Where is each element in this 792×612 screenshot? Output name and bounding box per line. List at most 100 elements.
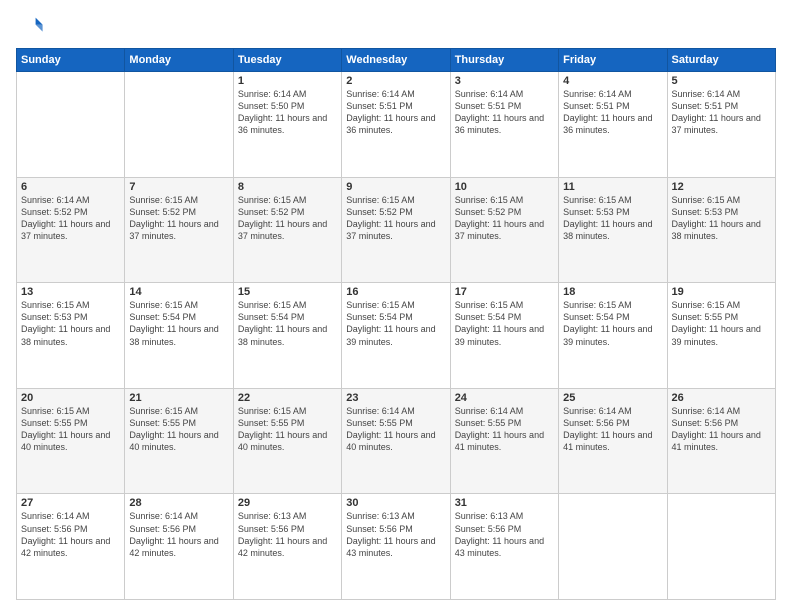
day-info: Sunrise: 6:14 AM Sunset: 5:55 PM Dayligh… (455, 405, 554, 454)
day-info: Sunrise: 6:14 AM Sunset: 5:51 PM Dayligh… (455, 88, 554, 137)
day-number: 26 (672, 392, 771, 404)
calendar-day-cell: 13Sunrise: 6:15 AM Sunset: 5:53 PM Dayli… (17, 283, 125, 389)
day-number: 5 (672, 75, 771, 87)
calendar-day-cell: 17Sunrise: 6:15 AM Sunset: 5:54 PM Dayli… (450, 283, 558, 389)
day-number: 28 (129, 497, 228, 509)
calendar-day-cell: 9Sunrise: 6:15 AM Sunset: 5:52 PM Daylig… (342, 177, 450, 283)
calendar-week-row: 1Sunrise: 6:14 AM Sunset: 5:50 PM Daylig… (17, 72, 776, 178)
day-info: Sunrise: 6:14 AM Sunset: 5:56 PM Dayligh… (563, 405, 662, 454)
day-number: 13 (21, 286, 120, 298)
calendar-day-cell: 27Sunrise: 6:14 AM Sunset: 5:56 PM Dayli… (17, 494, 125, 600)
day-info: Sunrise: 6:14 AM Sunset: 5:51 PM Dayligh… (563, 88, 662, 137)
day-info: Sunrise: 6:15 AM Sunset: 5:52 PM Dayligh… (346, 194, 445, 243)
calendar-day-cell: 23Sunrise: 6:14 AM Sunset: 5:55 PM Dayli… (342, 388, 450, 494)
calendar-day-cell: 14Sunrise: 6:15 AM Sunset: 5:54 PM Dayli… (125, 283, 233, 389)
day-info: Sunrise: 6:15 AM Sunset: 5:55 PM Dayligh… (672, 299, 771, 348)
day-number: 25 (563, 392, 662, 404)
calendar-week-row: 13Sunrise: 6:15 AM Sunset: 5:53 PM Dayli… (17, 283, 776, 389)
calendar-day-cell: 7Sunrise: 6:15 AM Sunset: 5:52 PM Daylig… (125, 177, 233, 283)
page: SundayMondayTuesdayWednesdayThursdayFrid… (0, 0, 792, 612)
calendar-day-header: Tuesday (233, 49, 341, 72)
day-number: 31 (455, 497, 554, 509)
calendar-day-header: Sunday (17, 49, 125, 72)
day-info: Sunrise: 6:15 AM Sunset: 5:52 PM Dayligh… (238, 194, 337, 243)
calendar-day-header: Monday (125, 49, 233, 72)
day-number: 4 (563, 75, 662, 87)
day-info: Sunrise: 6:15 AM Sunset: 5:52 PM Dayligh… (129, 194, 228, 243)
day-number: 21 (129, 392, 228, 404)
calendar-day-cell: 11Sunrise: 6:15 AM Sunset: 5:53 PM Dayli… (559, 177, 667, 283)
day-number: 8 (238, 181, 337, 193)
calendar-day-cell: 19Sunrise: 6:15 AM Sunset: 5:55 PM Dayli… (667, 283, 775, 389)
day-number: 9 (346, 181, 445, 193)
day-number: 6 (21, 181, 120, 193)
logo (16, 12, 48, 40)
day-info: Sunrise: 6:15 AM Sunset: 5:53 PM Dayligh… (21, 299, 120, 348)
day-info: Sunrise: 6:15 AM Sunset: 5:53 PM Dayligh… (563, 194, 662, 243)
day-info: Sunrise: 6:15 AM Sunset: 5:54 PM Dayligh… (346, 299, 445, 348)
day-info: Sunrise: 6:15 AM Sunset: 5:55 PM Dayligh… (238, 405, 337, 454)
calendar-day-cell: 31Sunrise: 6:13 AM Sunset: 5:56 PM Dayli… (450, 494, 558, 600)
calendar-day-cell: 8Sunrise: 6:15 AM Sunset: 5:52 PM Daylig… (233, 177, 341, 283)
day-info: Sunrise: 6:15 AM Sunset: 5:55 PM Dayligh… (129, 405, 228, 454)
day-number: 22 (238, 392, 337, 404)
calendar-table: SundayMondayTuesdayWednesdayThursdayFrid… (16, 48, 776, 600)
calendar-day-cell: 28Sunrise: 6:14 AM Sunset: 5:56 PM Dayli… (125, 494, 233, 600)
header (16, 12, 776, 40)
calendar-week-row: 20 Sunrise: 6:15 AM Sunset: 5:55 PM Dayli… (17, 388, 776, 494)
calendar-day-cell: 10Sunrise: 6:15 AM Sunset: 5:52 PM Dayli… (450, 177, 558, 283)
calendar-day-header: Saturday (667, 49, 775, 72)
logo-icon (16, 12, 44, 40)
calendar-day-cell: 3Sunrise: 6:14 AM Sunset: 5:51 PM Daylig… (450, 72, 558, 178)
day-number: 3 (455, 75, 554, 87)
day-info: Sunrise: 6:14 AM Sunset: 5:55 PM Dayligh… (346, 405, 445, 454)
calendar-day-cell (125, 72, 233, 178)
day-info: Sunrise: 6:14 AM Sunset: 5:52 PM Dayligh… (21, 194, 120, 243)
day-info: Sunrise: 6:15 AM Sunset: 5:54 PM Dayligh… (455, 299, 554, 348)
calendar-day-cell: 15Sunrise: 6:15 AM Sunset: 5:54 PM Dayli… (233, 283, 341, 389)
day-number: 24 (455, 392, 554, 404)
calendar-day-cell: 25Sunrise: 6:14 AM Sunset: 5:56 PM Dayli… (559, 388, 667, 494)
day-info: Sunrise: 6:14 AM Sunset: 5:51 PM Dayligh… (346, 88, 445, 137)
day-info: Sunrise: 6:13 AM Sunset: 5:56 PM Dayligh… (346, 510, 445, 559)
day-number: 23 (346, 392, 445, 404)
calendar-day-cell: 29Sunrise: 6:13 AM Sunset: 5:56 PM Dayli… (233, 494, 341, 600)
day-number: 14 (129, 286, 228, 298)
day-number: 2 (346, 75, 445, 87)
day-info: Sunrise: 6:13 AM Sunset: 5:56 PM Dayligh… (455, 510, 554, 559)
day-info: Sunrise: 6:14 AM Sunset: 5:56 PM Dayligh… (21, 510, 120, 559)
day-info: Sunrise: 6:14 AM Sunset: 5:56 PM Dayligh… (672, 405, 771, 454)
day-info: Sunrise: 6:15 AM Sunset: 5:54 PM Dayligh… (563, 299, 662, 348)
day-number: 19 (672, 286, 771, 298)
calendar-day-header: Thursday (450, 49, 558, 72)
day-info: Sunrise: 6:15 AM Sunset: 5:52 PM Dayligh… (455, 194, 554, 243)
day-number: 10 (455, 181, 554, 193)
calendar-day-cell: 16Sunrise: 6:15 AM Sunset: 5:54 PM Dayli… (342, 283, 450, 389)
calendar-day-cell: 26Sunrise: 6:14 AM Sunset: 5:56 PM Dayli… (667, 388, 775, 494)
calendar-day-cell (667, 494, 775, 600)
calendar-week-row: 6Sunrise: 6:14 AM Sunset: 5:52 PM Daylig… (17, 177, 776, 283)
day-number: 20 (21, 392, 120, 404)
calendar-day-cell: 21Sunrise: 6:15 AM Sunset: 5:55 PM Dayli… (125, 388, 233, 494)
day-number: 16 (346, 286, 445, 298)
calendar-week-row: 27Sunrise: 6:14 AM Sunset: 5:56 PM Dayli… (17, 494, 776, 600)
day-number: 17 (455, 286, 554, 298)
calendar-day-cell (17, 72, 125, 178)
calendar-day-cell: 1Sunrise: 6:14 AM Sunset: 5:50 PM Daylig… (233, 72, 341, 178)
day-info: Sunrise: 6:14 AM Sunset: 5:50 PM Dayligh… (238, 88, 337, 137)
day-number: 18 (563, 286, 662, 298)
calendar-day-cell: 22Sunrise: 6:15 AM Sunset: 5:55 PM Dayli… (233, 388, 341, 494)
calendar-day-cell: 2Sunrise: 6:14 AM Sunset: 5:51 PM Daylig… (342, 72, 450, 178)
calendar-day-cell: 20Sunrise: 6:15 AM Sunset: 5:55 PM Dayli… (17, 388, 125, 494)
day-number: 15 (238, 286, 337, 298)
calendar-day-cell: 5Sunrise: 6:14 AM Sunset: 5:51 PM Daylig… (667, 72, 775, 178)
calendar-header-row: SundayMondayTuesdayWednesdayThursdayFrid… (17, 49, 776, 72)
calendar-day-header: Wednesday (342, 49, 450, 72)
calendar-day-cell: 4Sunrise: 6:14 AM Sunset: 5:51 PM Daylig… (559, 72, 667, 178)
calendar-day-cell: 18Sunrise: 6:15 AM Sunset: 5:54 PM Dayli… (559, 283, 667, 389)
day-number: 29 (238, 497, 337, 509)
day-info: Sunrise: 6:15 AM Sunset: 5:54 PM Dayligh… (238, 299, 337, 348)
calendar-day-cell: 30Sunrise: 6:13 AM Sunset: 5:56 PM Dayli… (342, 494, 450, 600)
calendar-day-cell: 24Sunrise: 6:14 AM Sunset: 5:55 PM Dayli… (450, 388, 558, 494)
day-info: Sunrise: 6:15 AM Sunset: 5:53 PM Dayligh… (672, 194, 771, 243)
